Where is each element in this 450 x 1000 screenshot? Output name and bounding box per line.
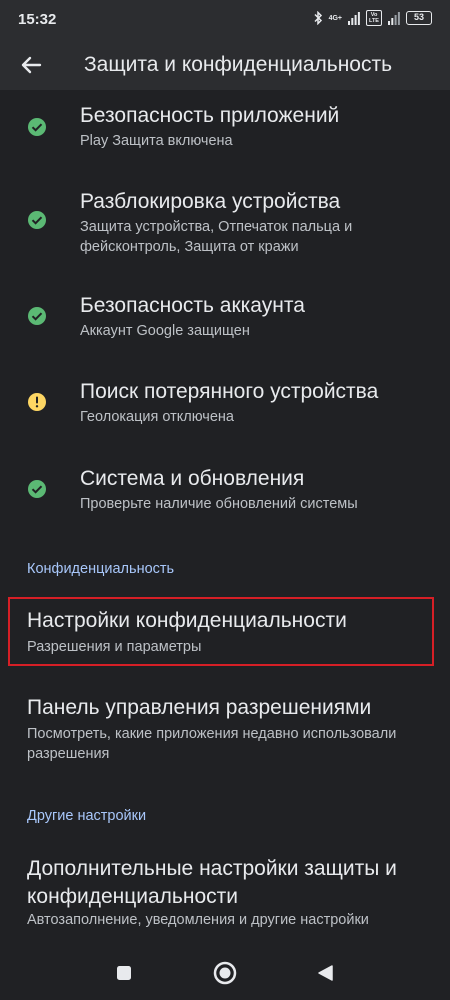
list-item-permission-manager[interactable]: Панель управления разрешениями Посмотрет…: [0, 692, 450, 764]
status-time: 15:32: [18, 11, 57, 28]
item-subtitle: Геолокация отключена: [80, 409, 234, 425]
item-subtitle: Проверьте наличие обновлений системы: [80, 496, 358, 512]
item-title: Безопасность приложений: [80, 104, 340, 127]
home-circle-icon[interactable]: [213, 961, 237, 985]
bluetooth-icon: [314, 11, 322, 25]
item-subtitle: Защита устройства, Отпечаток пальца и фе…: [80, 219, 353, 255]
item-subtitle: Автозаполнение, уведомления и другие нас…: [27, 912, 369, 928]
list-item-find-device[interactable]: Поиск потерянного устройства Геолокация …: [0, 376, 450, 436]
signal-icon: [348, 11, 360, 25]
check-circle-icon: [28, 480, 46, 498]
item-title: Система и обновления: [80, 467, 305, 490]
status-bar: 15:32 4G+ Vo LTE 53: [0, 0, 450, 40]
item-title: Безопасность аккаунта: [80, 294, 305, 317]
item-subtitle: Аккаунт Google защищен: [80, 323, 250, 339]
list-item-advanced-settings[interactable]: Дополнительные настройки защиты и конфид…: [0, 853, 450, 933]
list-item-device-unlock[interactable]: Разблокировка устройства Защита устройст…: [0, 186, 450, 266]
section-header-privacy: Конфиденциальность: [27, 561, 175, 577]
item-subtitle: Посмотреть, какие приложения недавно исп…: [27, 726, 397, 762]
signal-icon: [388, 11, 400, 25]
warning-circle-icon: [28, 393, 46, 411]
back-triangle-icon[interactable]: [317, 964, 335, 982]
battery-icon: 53: [406, 11, 432, 25]
volte-label: Vo LTE: [366, 10, 382, 26]
status-icons: 4G+ Vo LTE 53: [313, 10, 432, 26]
page-title: Защита и конфиденциальность: [84, 53, 393, 76]
list-item-account-security[interactable]: Безопасность аккаунта Аккаунт Google защ…: [0, 290, 450, 350]
section-header-other: Другие настройки: [27, 808, 147, 824]
item-title: Поиск потерянного устройства: [80, 380, 379, 403]
navigation-bar: [0, 940, 450, 1000]
app-bar: Защита и конфиденциальность: [0, 40, 450, 90]
back-button[interactable]: [14, 48, 48, 82]
arrow-left-icon: [21, 56, 42, 74]
item-title: Панель управления разрешениями: [27, 696, 372, 719]
check-circle-icon: [28, 118, 46, 136]
check-circle-icon: [28, 211, 46, 229]
item-title: Дополнительные настройки защиты и конфид…: [27, 857, 397, 908]
check-circle-icon: [28, 307, 46, 325]
network-type-label: 4G+: [328, 14, 342, 22]
highlight-box: [8, 597, 434, 666]
list-item-system-updates[interactable]: Система и обновления Проверьте наличие о…: [0, 463, 450, 523]
list-item-app-security[interactable]: Безопасность приложений Play Защита вклю…: [0, 100, 450, 160]
recents-square-icon[interactable]: [116, 965, 132, 981]
item-title: Разблокировка устройства: [80, 190, 341, 213]
item-subtitle: Play Защита включена: [80, 133, 233, 149]
